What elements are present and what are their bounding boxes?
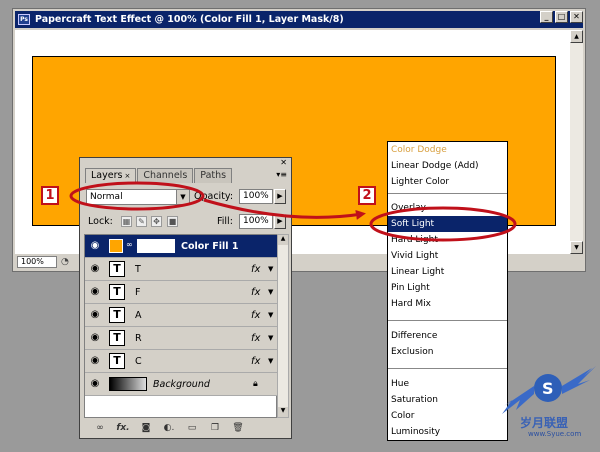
svg-text:S: S xyxy=(542,379,554,398)
highlight-ellipse-soft-light xyxy=(369,206,517,242)
watermark-logo: S 岁月联盟 www.Syue.com xyxy=(498,356,598,448)
winged-s-icon: S xyxy=(502,366,596,414)
highlight-ellipse-blend xyxy=(69,181,205,211)
annotation-arrow xyxy=(203,198,366,220)
watermark-text: 岁月联盟 xyxy=(520,416,569,430)
watermark-url: www.Syue.com xyxy=(528,430,582,438)
